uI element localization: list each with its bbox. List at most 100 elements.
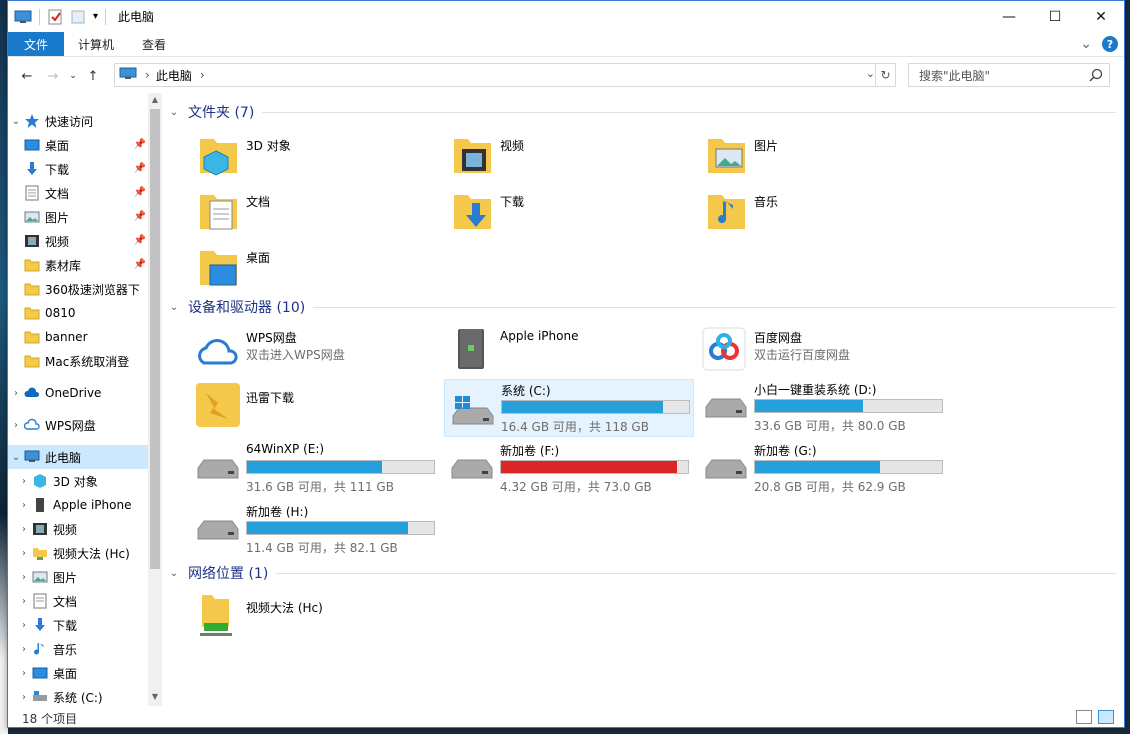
refresh-button[interactable]: ↻ [875, 64, 895, 86]
drive-h[interactable]: 新加卷 (H:) 11.4 GB 可用，共 82.1 GB [190, 501, 440, 559]
breadcrumb-separator-icon[interactable]: › [145, 68, 150, 82]
pin-icon[interactable]: 📌 [134, 235, 146, 246]
drive-g[interactable]: 新加卷 (G:) 20.8 GB 可用，共 62.9 GB [698, 440, 948, 498]
details-view-icon[interactable] [1076, 710, 1092, 724]
sidebar-item-pc-pictures[interactable]: › 图片 [8, 565, 148, 589]
expand-chevron-icon[interactable]: › [16, 500, 32, 511]
properties-icon[interactable] [47, 9, 65, 25]
minimize-button[interactable]: — [986, 1, 1032, 32]
sidebar-item-drive-c[interactable]: › 系统 (C:) [8, 685, 148, 706]
back-button[interactable]: ← [14, 64, 40, 88]
expand-ribbon-chevron-icon[interactable]: ⌄ [1080, 36, 1092, 52]
sidebar-item-music[interactable]: › 音乐 [8, 637, 148, 661]
expand-chevron-icon[interactable]: › [16, 596, 32, 607]
folder-3d-objects[interactable]: 3D 对象 [190, 129, 430, 179]
sidebar-item-pc-documents[interactable]: › 文档 [8, 589, 148, 613]
expand-chevron-icon[interactable]: › [16, 524, 32, 535]
close-button[interactable]: ✕ [1078, 1, 1124, 32]
pin-icon[interactable]: 📌 [134, 211, 146, 222]
folder-pictures[interactable]: 图片 [698, 129, 938, 179]
sidebar-item-network-share[interactable]: › 视频大法 (Hc) [8, 541, 148, 565]
collapse-chevron-icon[interactable]: ⌄ [8, 452, 24, 463]
address-history-chevron-icon[interactable]: ⌄ [866, 67, 875, 80]
address-bar[interactable]: › 此电脑 › ⌄ ↻ [114, 63, 896, 87]
expand-chevron-icon[interactable]: › [16, 476, 32, 487]
drive-c[interactable]: 系统 (C:) 16.4 GB 可用，共 118 GB [444, 379, 694, 437]
expand-chevron-icon[interactable]: › [8, 420, 24, 431]
expand-chevron-icon[interactable]: › [16, 644, 32, 655]
sidebar-item-pc-desktop[interactable]: › 桌面 [8, 661, 148, 685]
folder-label: 音乐 [754, 193, 778, 210]
group-header-devices[interactable]: ⌄ 设备和驱动器 (10) [166, 296, 1116, 318]
drive-d[interactable]: 小白一键重装系统 (D:) 33.6 GB 可用，共 80.0 GB [698, 379, 948, 437]
new-folder-icon[interactable] [70, 9, 88, 25]
sidebar-item-banner[interactable]: banner [8, 325, 148, 349]
folder-videos[interactable]: 视频 [444, 129, 684, 179]
pin-icon[interactable]: 📌 [134, 163, 146, 174]
tiles-view-icon[interactable] [1098, 710, 1114, 724]
sidebar-item-downloads[interactable]: 下载 📌 [8, 157, 148, 181]
recent-locations-chevron-icon[interactable]: ⌄ [66, 64, 80, 88]
help-icon[interactable]: ? [1102, 36, 1118, 52]
folder-icon [24, 257, 40, 273]
sidebar-item-videos[interactable]: 视频 📌 [8, 229, 148, 253]
network-location-share[interactable]: 视频大法 (Hc) [190, 589, 430, 641]
nav-onedrive[interactable]: › OneDrive [8, 381, 148, 405]
sidebar-item-3d-objects[interactable]: › 3D 对象 [8, 469, 148, 493]
scroll-down-icon[interactable]: ▼ [148, 690, 162, 704]
up-button[interactable]: ↑ [80, 64, 106, 88]
nav-scrollbar[interactable]: ▲ ▼ [148, 93, 162, 706]
forward-button[interactable]: → [40, 64, 66, 88]
nav-label: OneDrive [45, 386, 101, 400]
sidebar-item-iphone[interactable]: › Apple iPhone [8, 493, 148, 517]
sidebar-item-desktop[interactable]: 桌面 📌 [8, 133, 148, 157]
group-header-network[interactable]: ⌄ 网络位置 (1) [166, 562, 1116, 584]
expand-chevron-icon[interactable]: › [8, 388, 24, 399]
expand-chevron-icon[interactable]: › [16, 620, 32, 631]
sidebar-item-pc-videos[interactable]: › 视频 [8, 517, 148, 541]
title-bar: ▾ 此电脑 — ☐ ✕ [8, 1, 1124, 32]
folder-desktop[interactable]: 桌面 [190, 241, 430, 291]
breadcrumb-this-pc[interactable]: 此电脑 [156, 67, 192, 84]
sidebar-item-0810[interactable]: 0810 [8, 301, 148, 325]
device-iphone[interactable]: Apple iPhone [444, 325, 684, 373]
sidebar-item-pictures[interactable]: 图片 📌 [8, 205, 148, 229]
scrollbar-thumb[interactable] [150, 109, 160, 569]
tab-computer[interactable]: 计算机 [64, 32, 128, 56]
sidebar-item-materials[interactable]: 素材库 📌 [8, 253, 148, 277]
collapse-chevron-icon[interactable]: ⌄ [166, 107, 182, 118]
sidebar-item-pc-downloads[interactable]: › 下载 [8, 613, 148, 637]
tab-view[interactable]: 查看 [128, 32, 180, 56]
drive-e[interactable]: 64WinXP (E:) 31.6 GB 可用，共 111 GB [190, 440, 440, 498]
folder-downloads[interactable]: 下载 [444, 185, 684, 235]
device-baidu-drive[interactable]: 百度网盘 双击运行百度网盘 [698, 325, 938, 373]
pin-icon[interactable]: 📌 [134, 259, 146, 270]
device-wps-drive[interactable]: WPS网盘 双击进入WPS网盘 [190, 325, 430, 373]
nav-this-pc[interactable]: ⌄ 此电脑 [8, 445, 148, 469]
collapse-chevron-icon[interactable]: ⌄ [166, 302, 182, 313]
sidebar-item-360-browser[interactable]: 360极速浏览器下 [8, 277, 148, 301]
collapse-chevron-icon[interactable]: ⌄ [8, 116, 24, 127]
group-header-folders[interactable]: ⌄ 文件夹 (7) [166, 101, 1116, 123]
sidebar-item-mac-login[interactable]: Mac系统取消登 [8, 349, 148, 373]
nav-wps-drive[interactable]: › WPS网盘 [8, 413, 148, 437]
customize-toolbar-chevron-icon[interactable]: ▾ [93, 11, 98, 22]
expand-chevron-icon[interactable]: › [16, 692, 32, 703]
maximize-button[interactable]: ☐ [1032, 1, 1078, 32]
expand-chevron-icon[interactable]: › [16, 668, 32, 679]
scroll-up-icon[interactable]: ▲ [148, 93, 162, 107]
folder-music[interactable]: 音乐 [698, 185, 938, 235]
device-xunlei[interactable]: 迅雷下载 [190, 379, 430, 435]
tab-file[interactable]: 文件 [8, 32, 64, 56]
sidebar-item-documents[interactable]: 文档 📌 [8, 181, 148, 205]
pin-icon[interactable]: 📌 [134, 139, 146, 150]
folder-documents[interactable]: 文档 [190, 185, 430, 235]
collapse-chevron-icon[interactable]: ⌄ [166, 568, 182, 579]
search-input[interactable]: 搜索"此电脑" [908, 63, 1110, 87]
pin-icon[interactable]: 📌 [134, 187, 146, 198]
expand-chevron-icon[interactable]: › [16, 572, 32, 583]
nav-quick-access[interactable]: ⌄ 快速访问 [8, 109, 148, 133]
breadcrumb-separator-icon[interactable]: › [200, 68, 205, 82]
drive-f[interactable]: 新加卷 (F:) 4.32 GB 可用，共 73.0 GB [444, 440, 694, 498]
expand-chevron-icon[interactable]: › [16, 548, 32, 559]
